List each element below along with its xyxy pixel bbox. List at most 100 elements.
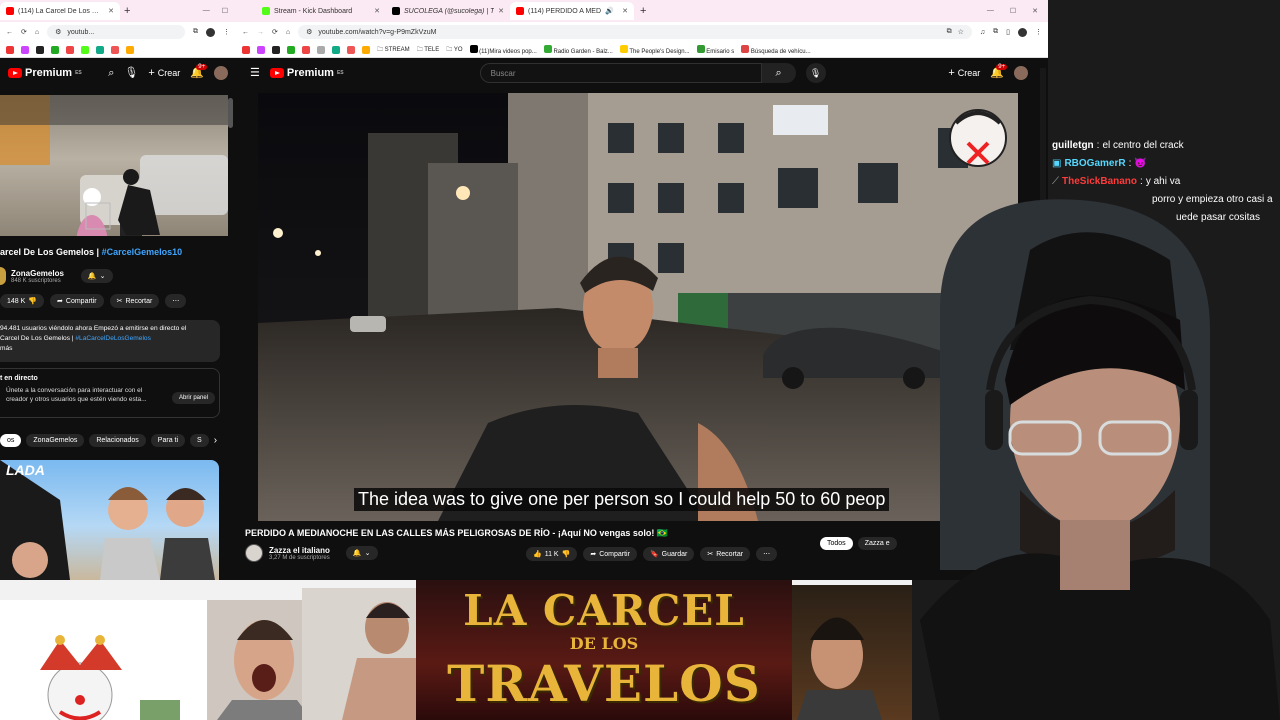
scrollbar-thumb[interactable]	[228, 98, 233, 128]
bookmark-icon[interactable]	[332, 45, 340, 54]
close-tab-icon[interactable]: ✕	[622, 7, 628, 15]
create-button[interactable]: + Crear	[148, 67, 180, 79]
left-video-player[interactable]	[0, 95, 228, 236]
menu-icon[interactable]: ⋮	[1035, 28, 1042, 36]
channel-name[interactable]: Zazza el italiano	[269, 546, 330, 555]
channel-name[interactable]: ZonaGemelos	[11, 269, 64, 278]
notifications-button[interactable]: 🔔 9+	[190, 63, 208, 79]
like-button[interactable]: 👍 11 K 👎	[526, 547, 578, 561]
title-hashtag[interactable]: #CarcelGemelos10	[102, 247, 183, 257]
bookmark-icon[interactable]	[272, 45, 280, 54]
voice-search-button[interactable]: 🎙	[805, 63, 826, 83]
left-tab-youtube[interactable]: (114) La Carcel De Los Gemelos ✕	[0, 2, 120, 20]
channel-avatar[interactable]	[245, 544, 263, 562]
back-icon[interactable]: ←	[242, 29, 249, 36]
avatar[interactable]	[214, 66, 228, 80]
more-button[interactable]: ⋯	[756, 547, 778, 561]
bookmark-emisario[interactable]: Emisario s	[696, 44, 734, 55]
extension-icon[interactable]: ⧉	[193, 28, 198, 36]
bookmark-vehiculo[interactable]: Búsqueda de vehícu...	[741, 44, 811, 55]
subscribed-bell-button[interactable]: 🔔 ⌄	[345, 546, 378, 560]
install-app-icon[interactable]: ⧉	[947, 28, 952, 36]
clip-button[interactable]: ✂ Recortar	[109, 294, 160, 308]
tab-youtube-video[interactable]: (114) PERDIDO A MEDIANO 🔊 ✕	[510, 2, 634, 20]
bookmark-icon[interactable]	[96, 45, 104, 54]
like-button[interactable]: 148 K 👎	[0, 294, 45, 308]
bookmark-folder-tele[interactable]: 🗀 TELE	[417, 45, 440, 55]
open-panel-button[interactable]: Abrir panel	[171, 392, 215, 404]
media-control-icon[interactable]: ♫	[980, 29, 985, 36]
bookmark-icon[interactable]	[242, 45, 250, 54]
close-window-icon[interactable]: ✕	[1032, 7, 1038, 15]
chip-more[interactable]: S	[190, 434, 209, 447]
tab-kick-dashboard[interactable]: Stream - Kick Dashboard ✕	[256, 2, 386, 20]
forward-icon[interactable]: →	[257, 29, 264, 36]
channel-avatar[interactable]	[0, 267, 6, 285]
maximize-icon[interactable]: ☐	[222, 7, 228, 15]
bookmark-icon[interactable]	[126, 45, 134, 54]
description-hashtag[interactable]: #LaCarcelDeLosGemelos	[75, 335, 151, 342]
more-link[interactable]: más	[0, 344, 220, 354]
left-address-field[interactable]: ⚙ youtub...	[47, 25, 185, 39]
audio-playing-icon[interactable]: 🔊	[605, 7, 614, 15]
youtube-premium-logo[interactable]: Premium ES	[8, 67, 82, 79]
bookmark-icon[interactable]	[287, 45, 295, 54]
dislike-icon[interactable]: 👎	[562, 550, 571, 558]
bookmark-radio-garden[interactable]: Radio Garden - Balz...	[543, 44, 613, 55]
bookmark-icon[interactable]	[66, 45, 74, 54]
site-info-icon[interactable]: ⚙	[55, 28, 61, 36]
dislike-icon[interactable]: 👎	[28, 297, 37, 305]
bookmark-icon[interactable]	[257, 45, 265, 54]
bookmark-tiktok[interactable]: (11)Mira videos pop...	[469, 44, 537, 55]
site-info-icon[interactable]: ⚙	[306, 28, 312, 36]
bookmark-icon[interactable]	[317, 45, 325, 54]
minimize-icon[interactable]: —	[987, 7, 994, 15]
home-icon[interactable]: ⌂	[35, 29, 39, 36]
share-button[interactable]: ➦ Compartir	[583, 547, 637, 561]
bookmark-icon[interactable]	[362, 45, 370, 54]
maximize-icon[interactable]: ☐	[1010, 7, 1016, 15]
bookmark-icon[interactable]	[36, 45, 44, 54]
extension-icon[interactable]: ⧉	[993, 28, 998, 36]
bookmark-icon[interactable]	[6, 45, 14, 54]
bookmark-icon[interactable]	[302, 45, 310, 54]
bookmark-peoples-design[interactable]: The People's Design...	[619, 44, 690, 55]
chip-all[interactable]: Todos	[820, 537, 853, 550]
clip-button[interactable]: ✂ Recortar	[700, 547, 751, 561]
profile-icon[interactable]	[206, 27, 215, 37]
more-button[interactable]: ⋯	[165, 294, 187, 308]
bookmark-icon[interactable]	[111, 45, 119, 54]
subscribed-bell-button[interactable]: 🔔 ⌄	[80, 269, 113, 283]
bookmark-icon[interactable]	[81, 45, 89, 54]
recommended-video-thumbnail[interactable]: LADA	[0, 460, 219, 580]
tab-tiktok[interactable]: SUCOLEGA (@sucolega) | TikT ✕	[386, 2, 510, 20]
chip-all[interactable]: os	[0, 434, 22, 447]
minimize-icon[interactable]: —	[203, 7, 210, 15]
reload-icon[interactable]: ⟳	[272, 28, 278, 36]
chevron-right-icon[interactable]: ›	[214, 435, 217, 446]
close-tab-icon[interactable]: ✕	[498, 7, 504, 15]
new-tab-icon[interactable]: +	[124, 5, 130, 17]
hamburger-menu-icon[interactable]: ☰	[250, 67, 260, 79]
search-icon[interactable]: ⌕	[108, 67, 114, 79]
bookmark-icon[interactable]	[347, 45, 355, 54]
bookmark-star-icon[interactable]: ☆	[958, 28, 964, 36]
close-tab-icon[interactable]: ✕	[374, 7, 380, 15]
bookmark-icon[interactable]	[21, 45, 29, 54]
profile-icon[interactable]	[1018, 27, 1027, 37]
youtube-premium-logo[interactable]: Premium ES	[269, 67, 344, 79]
bookmark-folder-stream[interactable]: 🗀 STREAM	[377, 45, 410, 55]
back-icon[interactable]: ←	[6, 29, 13, 36]
left-description-box[interactable]: 94.481 usuarios viéndolo ahora Empezó a …	[0, 320, 220, 362]
create-button[interactable]: + Crear	[948, 67, 980, 79]
home-icon[interactable]: ⌂	[286, 29, 290, 36]
share-button[interactable]: ➦ Compartir	[50, 294, 104, 308]
main-address-field[interactable]: ⚙ youtube.com/watch?v=g-P9mZkVzuM ⧉ ☆	[298, 25, 972, 39]
chip-zonagemelos[interactable]: ZonaGemelos	[26, 434, 85, 447]
bookmark-folder-yo[interactable]: 🗀 YO	[446, 45, 462, 55]
bookmark-icon[interactable]	[51, 45, 59, 54]
new-tab-icon[interactable]: +	[640, 5, 646, 17]
menu-icon[interactable]: ⋮	[223, 28, 230, 36]
microphone-icon[interactable]: 🎙	[124, 67, 138, 79]
sidebar-icon[interactable]: ▯	[1006, 28, 1010, 36]
